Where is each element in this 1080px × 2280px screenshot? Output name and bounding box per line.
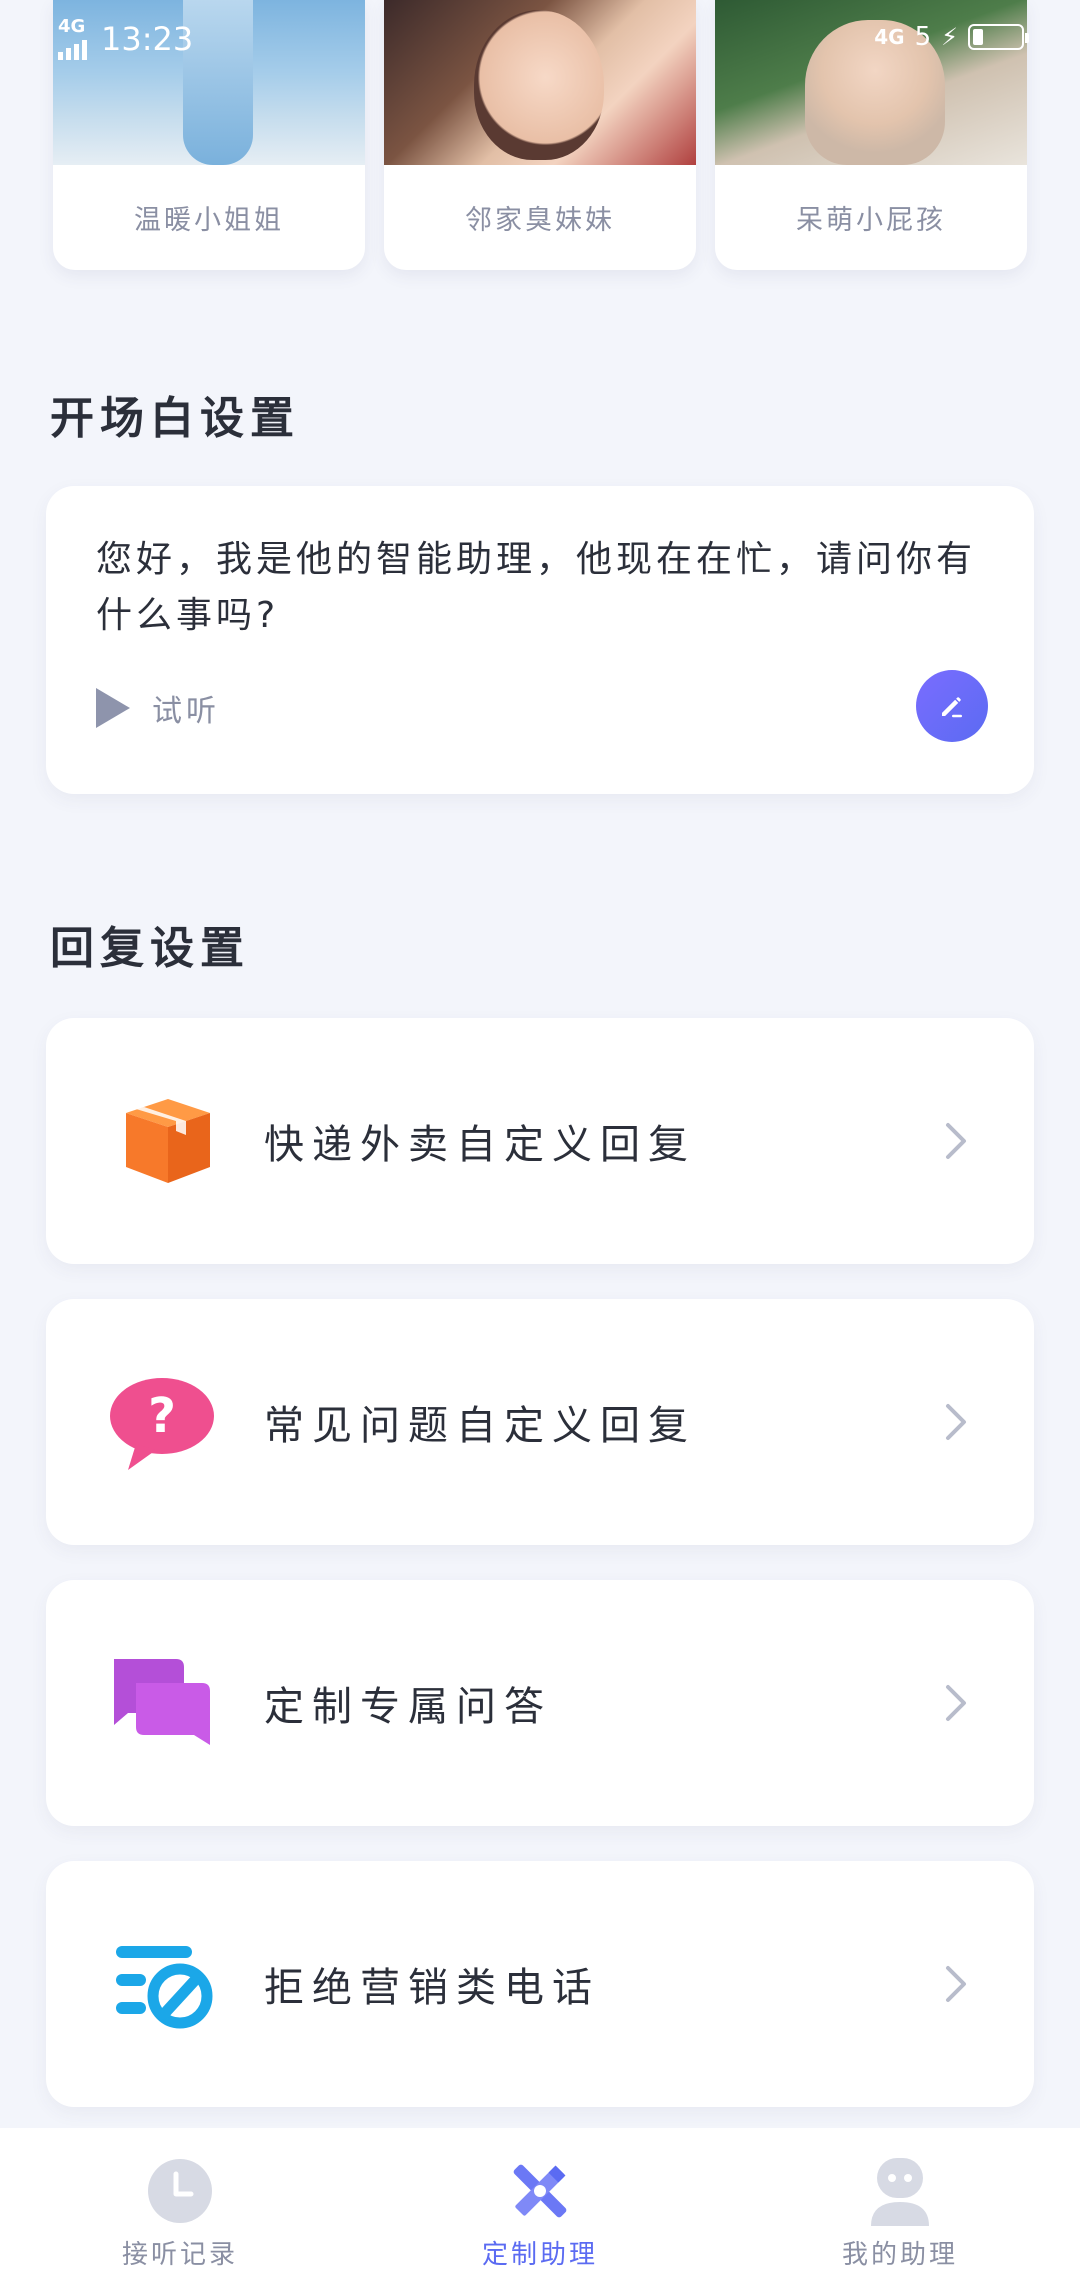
- nav-call-records[interactable]: 接听记录: [0, 2128, 360, 2280]
- pencil-icon: [942, 697, 962, 718]
- reply-section-title: 回复设置: [50, 923, 250, 974]
- bottom-nav: 接听记录 定制助理 我的助理: [0, 2128, 1080, 2280]
- tools-icon: [513, 2164, 567, 2218]
- greeting-card: 您好，我是他的智能助理，他现在在忙，请问你有什么事吗? 试听: [46, 486, 1034, 794]
- listen-label: 试听: [152, 694, 220, 729]
- clock-time: 13:23: [101, 20, 194, 58]
- chevron-right-icon: [946, 1685, 966, 1721]
- play-icon: [96, 688, 130, 728]
- network-type: 4G: [58, 16, 86, 37]
- reply-label: 拒绝营销类电话: [264, 1965, 600, 2011]
- clock-icon: [148, 2159, 212, 2223]
- nav-my-assistant[interactable]: 我的助理: [720, 2128, 1080, 2280]
- signal-indicator: 4G: [58, 18, 87, 60]
- chevron-right-icon: [946, 1404, 966, 1440]
- chevron-right-icon: [946, 1123, 966, 1159]
- voice-name: 呆萌小屁孩: [796, 205, 946, 236]
- battery-level: 5: [914, 22, 932, 52]
- nav-label: 接听记录: [121, 2240, 238, 2270]
- reply-label: 常见问题自定义回复: [264, 1403, 696, 1449]
- package-icon: [126, 1099, 210, 1183]
- signal-bars-icon: [58, 40, 87, 60]
- question-bubble-icon: ?: [110, 1378, 214, 1470]
- block-list-icon: [116, 1946, 213, 2029]
- reply-label: 快递外卖自定义回复: [264, 1122, 696, 1168]
- chevron-right-icon: [946, 1966, 966, 2002]
- nav-custom-assistant[interactable]: 定制助理: [360, 2128, 720, 2280]
- battery-icon: [968, 24, 1029, 50]
- nav-label: 定制助理: [481, 2240, 598, 2270]
- status-left: 4G 13:23: [58, 18, 193, 60]
- reply-row-faq[interactable]: ? 常见问题自定义回复: [46, 1299, 1034, 1545]
- reply-label: 定制专属问答: [264, 1684, 552, 1730]
- edit-greeting-button[interactable]: [916, 670, 988, 742]
- svg-text:?: ?: [148, 1388, 176, 1444]
- status-right: 4G 5 ⚡: [874, 22, 1029, 52]
- reply-row-delivery[interactable]: 快递外卖自定义回复: [46, 1018, 1034, 1264]
- chat-bubbles-icon: [114, 1659, 210, 1745]
- greeting-section-title: 开场白设置: [50, 393, 300, 444]
- voice-name: 邻家臭妹妹: [465, 205, 615, 236]
- charging-icon: ⚡: [941, 23, 958, 51]
- reply-row-custom-qa[interactable]: 定制专属问答: [46, 1580, 1034, 1826]
- status-bar: 4G 13:23 4G 5 ⚡: [0, 0, 1080, 80]
- greeting-text: 您好，我是他的智能助理，他现在在忙，请问你有什么事吗?: [96, 539, 977, 636]
- network-type-right: 4G: [874, 25, 905, 49]
- reply-row-block-marketing[interactable]: 拒绝营销类电话: [46, 1861, 1034, 2107]
- robot-icon: [871, 2158, 929, 2226]
- listen-button[interactable]: 试听: [96, 686, 220, 730]
- nav-label: 我的助理: [841, 2240, 958, 2270]
- voice-name: 温暖小姐姐: [134, 205, 284, 236]
